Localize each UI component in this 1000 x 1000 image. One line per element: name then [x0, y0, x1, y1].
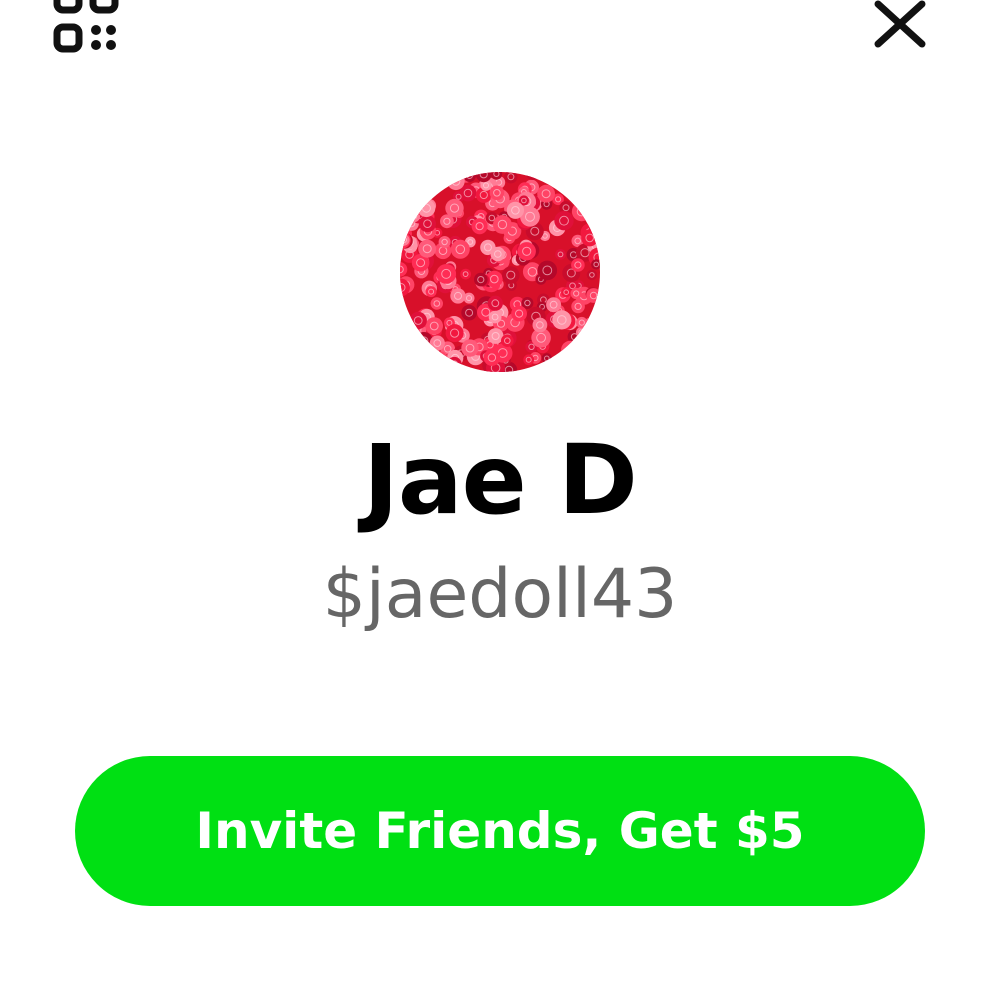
rose-petal-dot: [586, 269, 598, 281]
rose-petal-dot: [537, 184, 555, 203]
rose-petal-dot: [409, 311, 427, 330]
profile-screen: Jae D $jaedoll43 Invite Friends, Get $5: [0, 0, 1000, 1000]
rose-petal-dot: [410, 195, 422, 207]
rose-petal-dot: [408, 198, 420, 210]
rose-petal-dot: [400, 359, 409, 372]
rose-petal-dot: [431, 358, 444, 371]
rose-petal-dot: [487, 295, 503, 311]
rose-petal-dot: [461, 304, 477, 321]
rose-petal-dot: [590, 172, 600, 179]
rose-petal-dot: [461, 339, 479, 357]
rose-petal-dot: [488, 310, 502, 324]
rose-petal-dot: [541, 353, 552, 364]
rose-petal-dot: [409, 188, 422, 200]
close-icon: [874, 0, 926, 48]
rose-petal-dot: [537, 260, 558, 281]
invite-friends-label: Invite Friends, Get $5: [195, 802, 805, 860]
rose-petal-dot: [438, 236, 451, 248]
rose-petal-dot: [561, 355, 576, 370]
rose-petal-dot: [417, 199, 436, 218]
rose-petal-dot: [555, 249, 566, 260]
profile-cashtag: $jaedoll43: [322, 555, 678, 634]
rose-petal-dot: [576, 326, 587, 338]
rose-petal-dot: [523, 354, 535, 366]
rose-petal-dot: [561, 287, 572, 298]
rose-petal-dot: [583, 322, 600, 342]
rose-petal-dot: [585, 185, 600, 201]
profile-name: Jae D: [363, 424, 638, 536]
rose-petal-dot: [589, 362, 600, 372]
rose-petal-dot: [447, 172, 465, 191]
rose-petal-dot: [571, 201, 592, 222]
rose-petal-dot: [564, 173, 576, 184]
rose-petal-dot: [419, 215, 436, 233]
rose-petal-dot: [576, 335, 595, 353]
rose-petal-dot: [506, 201, 524, 219]
rose-petal-dot: [436, 264, 457, 284]
rose-petal-dot: [400, 194, 414, 212]
avatar[interactable]: [400, 172, 600, 372]
rose-petal-dot: [445, 198, 464, 218]
rose-petal-dot: [550, 172, 566, 185]
rose-petal-dot: [453, 366, 464, 372]
rose-petal-dot: [471, 218, 488, 235]
rose-petal-dot: [571, 299, 585, 314]
rose-petal-dot: [418, 172, 436, 184]
rose-petal-dot: [429, 335, 445, 351]
rose-petal-dot: [501, 334, 514, 347]
rose-petal-dot: [428, 174, 440, 185]
rose-petal-dot: [474, 272, 488, 287]
rose-petal-dot: [587, 344, 600, 357]
rose-petal-dot: [546, 297, 562, 313]
rose-petal-dot: [576, 316, 588, 329]
rose-petal-dot: [585, 179, 600, 198]
rose-petal-dot: [552, 310, 572, 330]
rose-petal-dot: [432, 351, 449, 368]
rose-petal-dot: [556, 360, 575, 372]
rose-petal-dot: [424, 172, 443, 182]
rose-petal-dot: [410, 342, 421, 354]
rose-petal-dot: [425, 317, 443, 335]
rose-petal-dot: [568, 173, 586, 190]
rose-petal-dot: [589, 201, 600, 214]
rose-petal-dot: [570, 287, 582, 300]
rose-petal-dot: [400, 215, 409, 227]
rose-petal-dot: [430, 297, 443, 310]
rose-petal-dot: [483, 349, 501, 366]
rose-petal-dot: [502, 266, 520, 284]
rose-petal-dot: [460, 268, 471, 280]
rose-petal-dot: [490, 246, 506, 262]
invite-friends-button[interactable]: Invite Friends, Get $5: [75, 756, 925, 906]
rose-petal-dot: [571, 258, 585, 272]
qr-code-icon: [53, 0, 119, 53]
rose-petal-dot: [583, 172, 597, 179]
rose-petal-dot: [418, 239, 437, 258]
qr-code-button[interactable]: [52, 0, 122, 56]
rose-petal-dot: [425, 286, 437, 298]
rose-petal-dot: [570, 354, 585, 369]
rose-petal-dot: [581, 229, 599, 247]
rose-petal-dot: [517, 242, 536, 261]
rose-petal-dot: [554, 211, 574, 231]
rose-petal-dot: [561, 340, 580, 359]
rose-petal-dot: [493, 215, 512, 234]
avatar-roses-image: [400, 172, 600, 372]
rose-petal-dot: [570, 192, 582, 204]
rose-petal-dot: [450, 288, 466, 304]
rose-petal-dot: [511, 305, 527, 322]
rose-petal-dot: [489, 185, 505, 201]
rose-petal-dot: [532, 317, 548, 333]
close-button[interactable]: [868, 0, 932, 52]
rose-petal-dot: [450, 239, 470, 259]
rose-petal-dot: [445, 324, 464, 343]
rose-petal-dot: [426, 361, 442, 372]
rose-petal-dot: [447, 356, 462, 372]
rose-petal-dot: [425, 172, 445, 192]
